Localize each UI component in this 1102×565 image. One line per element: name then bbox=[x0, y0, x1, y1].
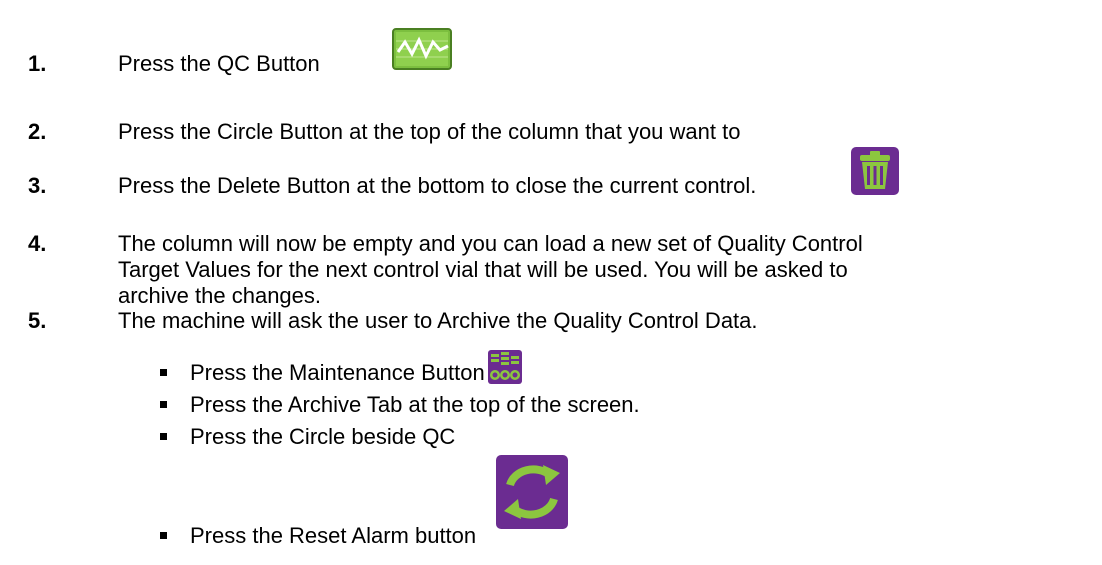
step-text-line: The column will now be empty and you can… bbox=[118, 231, 863, 256]
bullet-icon bbox=[160, 433, 167, 440]
step-2: 2. Press the Circle Button at the top of… bbox=[0, 119, 1102, 149]
step-number: 5. bbox=[28, 308, 47, 333]
step-text: Press the Delete Button at the bottom to… bbox=[118, 173, 757, 198]
trash-icon bbox=[851, 147, 899, 201]
step-text: Press the QC Button bbox=[118, 51, 1088, 77]
substep-label: Press the Reset Alarm button bbox=[190, 523, 477, 548]
bullet-icon bbox=[160, 401, 167, 408]
bullet-icon bbox=[160, 369, 167, 376]
step-3: 3. Press the Delete Button at the bottom… bbox=[0, 147, 1102, 207]
substep-label: Press the Circle beside QC bbox=[190, 424, 456, 449]
substep-label: Press the Maintenance Button bbox=[190, 360, 485, 385]
step-number: 3. bbox=[28, 173, 47, 198]
reset-alarm-icon bbox=[496, 455, 568, 535]
step-number: 1. bbox=[28, 51, 47, 76]
step-text-line: archive the changes. bbox=[118, 283, 322, 308]
step-4: 4. The column will now be empty and you … bbox=[0, 231, 1102, 315]
qc-chart-icon bbox=[392, 28, 452, 76]
step-text-line: Target Values for the next control vial … bbox=[118, 257, 848, 282]
step-text: Press the Circle Button at the top of th… bbox=[118, 119, 741, 144]
step-text: The machine will ask the user to Archive… bbox=[118, 308, 758, 333]
step-label: Press the QC Button bbox=[118, 51, 320, 76]
step-number: 2. bbox=[28, 119, 47, 144]
substep-label: Press the Archive Tab at the top of the … bbox=[190, 392, 640, 417]
step-number: 4. bbox=[28, 231, 47, 256]
bullet-icon bbox=[160, 532, 167, 539]
maintenance-icon bbox=[488, 350, 522, 390]
step-5: 5. The machine will ask the user to Arch… bbox=[0, 308, 1102, 338]
step-1: 1. Press the QC Button bbox=[0, 28, 1102, 88]
